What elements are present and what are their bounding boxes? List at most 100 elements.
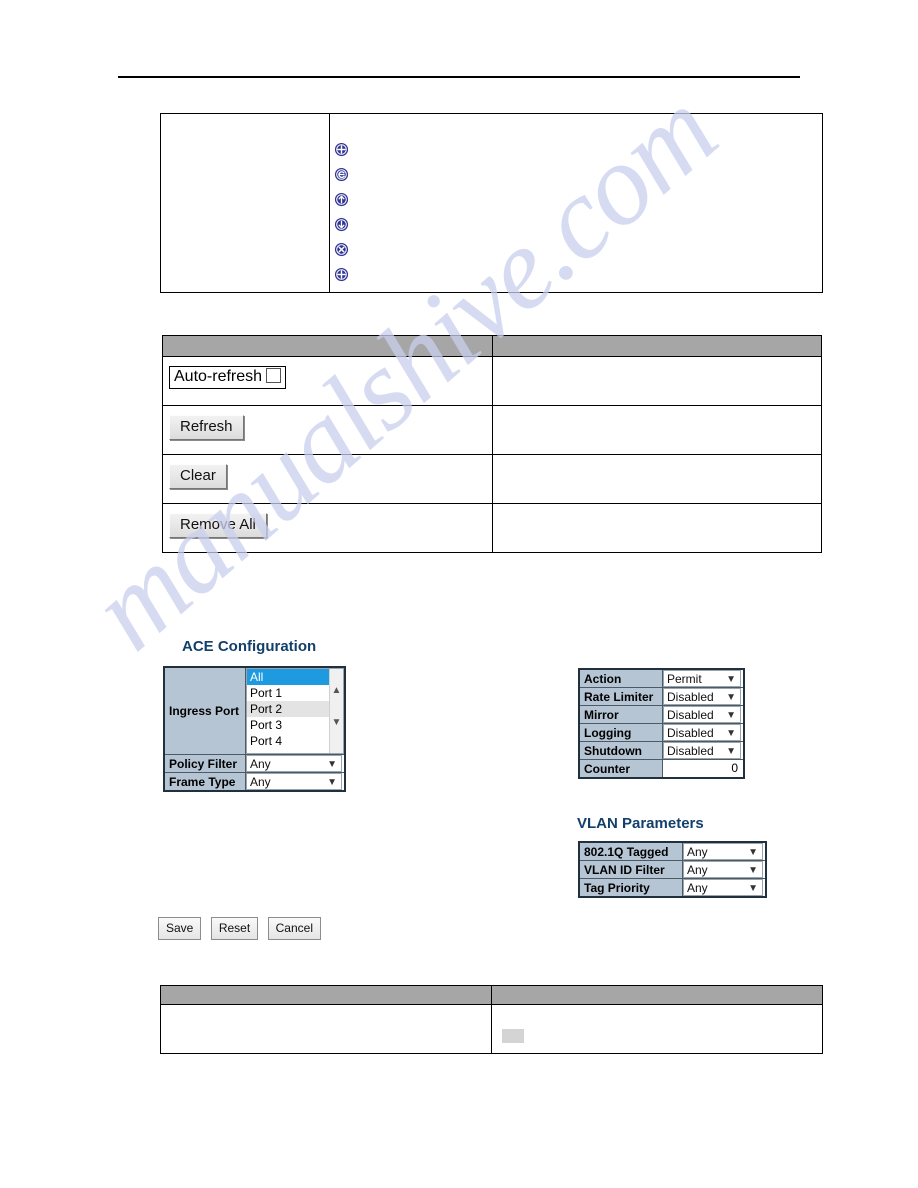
policy-filter-value: Any xyxy=(250,757,271,771)
policy-filter-row: Policy Filter Any ▼ xyxy=(163,754,346,773)
vlan-id-filter-value: Any xyxy=(687,863,708,877)
frame-type-cell: Any ▼ xyxy=(245,772,346,792)
icon-legend-row xyxy=(334,192,822,217)
clear-description-cell xyxy=(491,454,822,504)
icon-legend-row xyxy=(334,267,822,292)
frame-type-value: Any xyxy=(250,775,271,789)
vlan-id-filter-select[interactable]: Any ▼ xyxy=(683,861,763,878)
icon-legend-row xyxy=(334,167,822,192)
icon-legend-row xyxy=(334,142,822,167)
clear-button[interactable]: Clear xyxy=(169,464,227,489)
shutdown-value: Disabled xyxy=(667,744,714,758)
chevron-down-icon[interactable]: ▼ xyxy=(726,689,736,706)
save-button[interactable]: Save xyxy=(158,917,202,940)
rate-limiter-value: Disabled xyxy=(667,690,714,704)
remove-all-description-cell xyxy=(491,503,822,553)
shutdown-label: Shutdown xyxy=(578,741,663,760)
frame-type-select[interactable]: Any ▼ xyxy=(246,773,342,790)
logging-value: Disabled xyxy=(667,726,714,740)
clear-cell: Clear xyxy=(162,454,493,504)
logging-row: Logging Disabled ▼ xyxy=(578,723,745,742)
bottom-table-header-object xyxy=(160,985,492,1005)
bottom-table-term-cell xyxy=(160,1004,492,1054)
policy-filter-label: Policy Filter xyxy=(163,754,246,773)
remove-all-cell: Remove All xyxy=(162,503,493,553)
chevron-down-icon[interactable]: ▼ xyxy=(726,671,736,688)
tag-priority-select[interactable]: Any ▼ xyxy=(683,879,763,896)
chevron-down-icon[interactable]: ▼ xyxy=(748,862,758,879)
counter-cell: 0 xyxy=(662,759,745,779)
icon-legend-table xyxy=(160,113,823,293)
chevron-down-icon[interactable]: ▼ xyxy=(748,880,758,897)
ingress-port-cell: All Port 1 Port 2 Port 3 Port 4 ▲ ▼ xyxy=(245,666,346,755)
frame-type-label: Frame Type xyxy=(163,772,246,792)
refresh-button[interactable]: Refresh xyxy=(169,415,244,440)
action-cell: Permit ▼ xyxy=(662,668,745,688)
chevron-down-icon[interactable]: ▼ xyxy=(327,756,337,773)
delete-circle-icon[interactable] xyxy=(334,242,349,257)
rate-limiter-row: Rate Limiter Disabled ▼ xyxy=(578,687,745,706)
table-header-row xyxy=(160,985,823,1005)
ingress-port-listbox[interactable]: All Port 1 Port 2 Port 3 Port 4 ▲ ▼ xyxy=(246,668,344,754)
action-parameters-table: Action Permit ▼ Rate Limiter Disabled ▼ … xyxy=(578,668,745,779)
vlan-id-filter-row: VLAN ID Filter Any ▼ xyxy=(578,860,767,879)
add-circle-icon[interactable] xyxy=(334,142,349,157)
remove-all-button[interactable]: Remove All xyxy=(169,513,267,538)
auto-refresh-box[interactable] xyxy=(266,368,282,383)
shutdown-select[interactable]: Disabled ▼ xyxy=(663,742,741,759)
bottom-table-description-cell xyxy=(491,1004,823,1054)
dot1q-tagged-select[interactable]: Any ▼ xyxy=(683,843,763,860)
scroll-up-icon[interactable]: ▲ xyxy=(331,685,342,696)
icon-stack xyxy=(330,114,822,292)
counter-row: Counter 0 xyxy=(578,759,745,779)
chevron-down-icon[interactable]: ▼ xyxy=(726,725,736,742)
table-row xyxy=(160,1004,823,1054)
action-row: Action Permit ▼ xyxy=(578,668,745,688)
action-select[interactable]: Permit ▼ xyxy=(663,670,741,687)
chevron-down-icon[interactable]: ▼ xyxy=(726,707,736,724)
rate-limiter-label: Rate Limiter xyxy=(578,687,663,706)
icon-legend-row xyxy=(334,217,822,242)
logging-select[interactable]: Disabled ▼ xyxy=(663,724,741,741)
counter-label: Counter xyxy=(578,759,663,779)
inline-field-chip xyxy=(502,1029,524,1043)
dot1q-tagged-cell: Any ▼ xyxy=(682,841,767,861)
mirror-cell: Disabled ▼ xyxy=(662,705,745,724)
cancel-button[interactable]: Cancel xyxy=(267,917,321,940)
mirror-row: Mirror Disabled ▼ xyxy=(578,705,745,724)
counter-value: 0 xyxy=(663,760,741,777)
buttons-legend-table: Auto-refresh Refresh Clear Remove All xyxy=(162,335,822,553)
table-row: Clear xyxy=(162,454,822,504)
bottom-table-header-description xyxy=(491,985,823,1005)
auto-refresh-cell: Auto-refresh xyxy=(162,356,493,406)
auto-refresh-description-cell xyxy=(491,356,822,406)
move-up-circle-icon[interactable] xyxy=(334,192,349,207)
scroll-down-icon[interactable]: ▼ xyxy=(331,717,342,728)
edit-circle-icon[interactable] xyxy=(334,167,349,182)
move-down-circle-icon[interactable] xyxy=(334,217,349,232)
shutdown-row: Shutdown Disabled ▼ xyxy=(578,741,745,760)
chevron-down-icon[interactable]: ▼ xyxy=(726,743,736,760)
policy-filter-select[interactable]: Any ▼ xyxy=(246,755,342,772)
rate-limiter-select[interactable]: Disabled ▼ xyxy=(663,688,741,705)
tag-priority-cell: Any ▼ xyxy=(682,878,767,898)
refresh-description-cell xyxy=(491,405,822,455)
mirror-select[interactable]: Disabled ▼ xyxy=(663,706,741,723)
action-label: Action xyxy=(578,668,663,688)
mirror-value: Disabled xyxy=(667,708,714,722)
dot1q-tagged-value: Any xyxy=(687,845,708,859)
form-button-bar: Save Reset Cancel xyxy=(158,917,326,940)
action-value: Permit xyxy=(667,672,702,686)
add-circle-icon[interactable] xyxy=(334,267,349,282)
auto-refresh-checkbox[interactable]: Auto-refresh xyxy=(169,366,287,389)
dot1q-tagged-label: 802.1Q Tagged xyxy=(578,841,683,861)
ingress-port-scrollbar[interactable]: ▲ ▼ xyxy=(329,669,343,753)
chevron-down-icon[interactable]: ▼ xyxy=(748,844,758,861)
reset-button[interactable]: Reset xyxy=(210,917,259,940)
table-header-row xyxy=(162,335,822,357)
table-row: Auto-refresh xyxy=(162,356,822,406)
icon-legend-row xyxy=(334,242,822,267)
chevron-down-icon[interactable]: ▼ xyxy=(327,774,337,791)
tag-priority-label: Tag Priority xyxy=(578,878,683,898)
tag-priority-row: Tag Priority Any ▼ xyxy=(578,878,767,898)
